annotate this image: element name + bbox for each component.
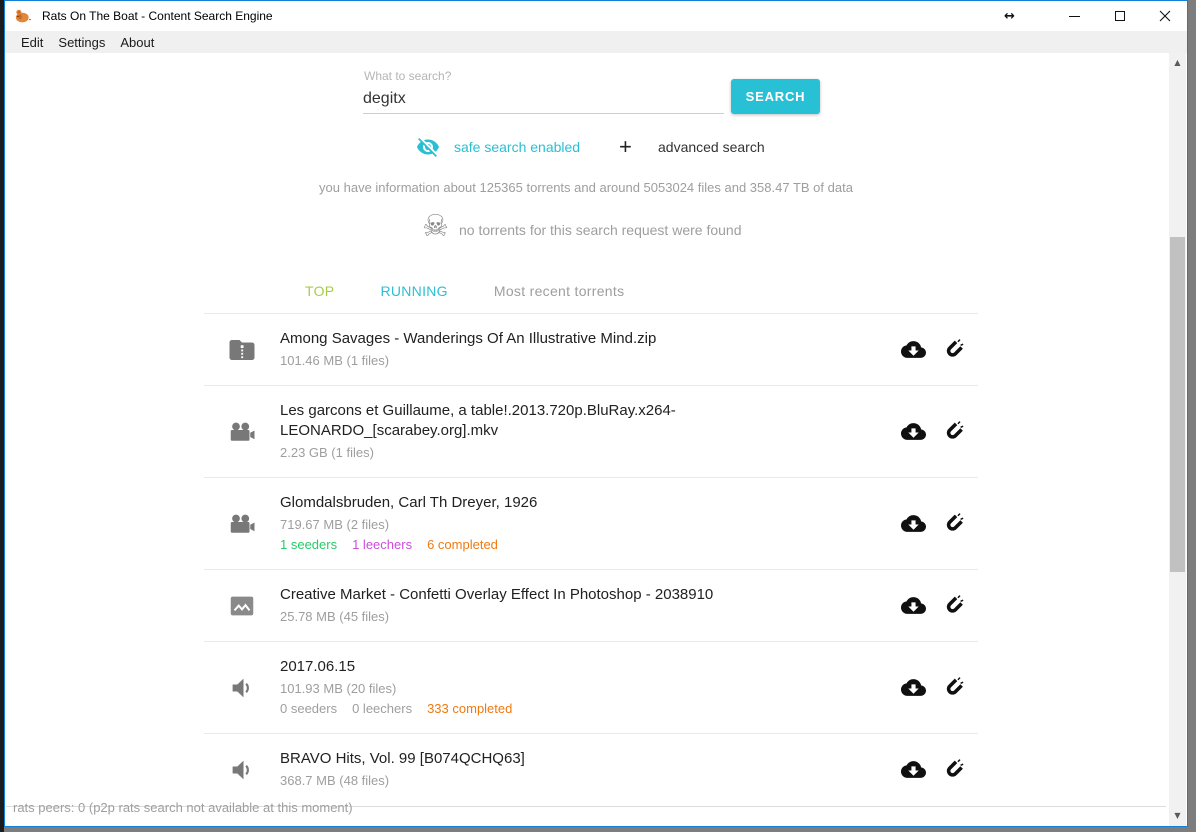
cloud-download-icon[interactable] [901, 337, 926, 362]
minimize-button[interactable] [1052, 1, 1097, 31]
cloud-download-icon[interactable] [901, 593, 926, 618]
cloud-download-icon[interactable] [901, 419, 926, 444]
vertical-scrollbar[interactable]: ▲ ▼ [1169, 53, 1186, 826]
seeders-count: 1 seeders [280, 537, 337, 552]
torrent-size: 2.23 GB (1 files) [280, 444, 867, 462]
torrent-title: Les garcons et Guillaume, a table!.2013.… [280, 401, 867, 441]
safe-search-eye-off-icon[interactable] [416, 135, 440, 159]
tab-running[interactable]: RUNNING [380, 283, 447, 299]
torrent-size: 101.46 MB (1 files) [280, 352, 867, 370]
search-options-row: safe search enabled + advanced search [5, 135, 1167, 161]
torrent-peer-stats: 1 seeders 1 leechers 6 completed [280, 536, 867, 554]
torrent-size: 25.78 MB (45 files) [280, 608, 867, 626]
leechers-count: 1 leechers [352, 537, 412, 552]
menu-edit[interactable]: Edit [21, 35, 43, 50]
magnet-link-icon[interactable] [940, 511, 965, 536]
results-tabs: TOP RUNNING Most recent torrents [305, 283, 624, 299]
torrent-title: Among Savages - Wanderings Of An Illustr… [280, 329, 867, 349]
magnet-link-icon[interactable] [940, 675, 965, 700]
scroll-up-arrow-icon[interactable]: ▲ [1169, 55, 1186, 71]
torrent-results-list: Among Savages - Wanderings Of An Illustr… [204, 313, 978, 805]
close-button[interactable] [1142, 1, 1187, 31]
table-row[interactable]: BRAVO Hits, Vol. 99 [B074QCHQ63] 368.7 M… [204, 733, 978, 805]
torrent-size: 719.67 MB (2 files) [280, 516, 867, 534]
torrent-title: 2017.06.15 [280, 657, 867, 677]
table-row[interactable]: Les garcons et Guillaume, a table!.2013.… [204, 385, 978, 477]
torrent-title: BRAVO Hits, Vol. 99 [B074QCHQ63] [280, 749, 867, 769]
search-button[interactable]: SEARCH [731, 79, 820, 114]
torrent-size: 368.7 MB (48 files) [280, 772, 867, 790]
table-row[interactable]: Among Savages - Wanderings Of An Illustr… [204, 313, 978, 385]
cloud-download-icon[interactable] [901, 675, 926, 700]
menu-settings[interactable]: Settings [58, 35, 105, 50]
magnet-link-icon[interactable] [940, 419, 965, 444]
advanced-search-toggle[interactable]: advanced search [658, 139, 765, 155]
torrent-title: Creative Market - Confetti Overlay Effec… [280, 585, 867, 605]
torrent-size: 101.93 MB (20 files) [280, 680, 867, 698]
video-file-icon [227, 509, 257, 539]
menu-about[interactable]: About [120, 35, 154, 50]
table-row[interactable]: Creative Market - Confetti Overlay Effec… [204, 569, 978, 641]
completed-count: 6 completed [427, 537, 498, 552]
cloud-download-icon[interactable] [901, 757, 926, 782]
search-field-label: What to search? [364, 69, 451, 83]
audio-file-icon [227, 673, 257, 703]
close-icon [1159, 10, 1171, 22]
leechers-count: 0 leechers [352, 701, 412, 716]
menu-bar: Edit Settings About [5, 31, 1187, 53]
tab-most-recent[interactable]: Most recent torrents [494, 283, 625, 299]
app-window: Rats On The Boat - Content Search Engine… [4, 0, 1188, 827]
no-results-banner: ☠ no torrents for this search request we… [5, 211, 1167, 247]
image-file-icon [227, 591, 257, 621]
database-stats-text: you have information about 125365 torren… [5, 180, 1167, 195]
magnet-link-icon[interactable] [940, 757, 965, 782]
maximize-button[interactable] [1097, 1, 1142, 31]
scroll-down-arrow-icon[interactable]: ▼ [1169, 808, 1186, 824]
tab-top[interactable]: TOP [305, 283, 334, 299]
maximize-icon [1115, 11, 1125, 21]
rats-peers-status: rats peers: 0 (p2p rats search not avail… [13, 800, 353, 815]
plus-icon[interactable]: + [619, 134, 632, 160]
title-bar: Rats On The Boat - Content Search Engine… [5, 1, 1187, 31]
no-results-text: no torrents for this search request were… [459, 222, 741, 238]
window-title: Rats On The Boat - Content Search Engine [42, 9, 273, 23]
audio-file-icon [227, 755, 257, 785]
magnet-link-icon[interactable] [940, 593, 965, 618]
rat-app-icon [14, 7, 32, 25]
search-input[interactable] [363, 85, 724, 114]
main-content: What to search? SEARCH safe search enabl… [5, 53, 1167, 794]
completed-count: 333 completed [427, 701, 512, 716]
archive-file-icon [227, 335, 257, 365]
resize-arrows-icon[interactable]: ↔ [987, 1, 1032, 31]
table-row[interactable]: 2017.06.15 101.93 MB (20 files) 0 seeder… [204, 641, 978, 733]
table-row[interactable]: Glomdalsbruden, Carl Th Dreyer, 1926 719… [204, 477, 978, 569]
skull-crossbones-icon: ☠ [422, 209, 449, 245]
scrollbar-thumb[interactable] [1170, 237, 1185, 572]
video-file-icon [227, 417, 257, 447]
cloud-download-icon[interactable] [901, 511, 926, 536]
magnet-link-icon[interactable] [940, 337, 965, 362]
torrent-peer-stats: 0 seeders 0 leechers 333 completed [280, 700, 867, 718]
seeders-count: 0 seeders [280, 701, 337, 716]
safe-search-toggle[interactable]: safe search enabled [454, 139, 580, 155]
torrent-title: Glomdalsbruden, Carl Th Dreyer, 1926 [280, 493, 867, 513]
minimize-icon [1069, 16, 1080, 17]
